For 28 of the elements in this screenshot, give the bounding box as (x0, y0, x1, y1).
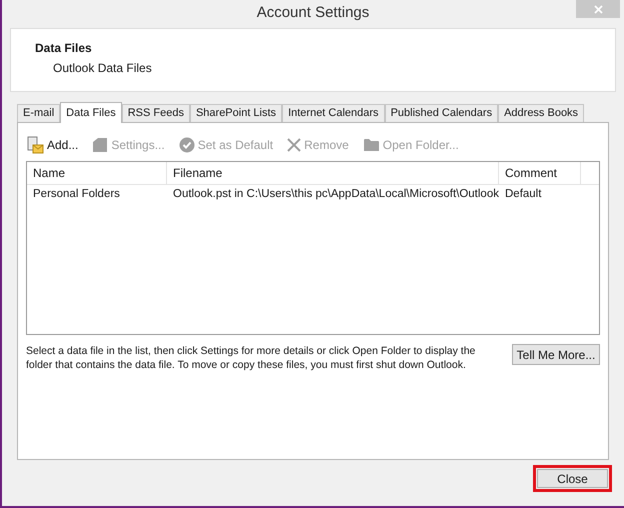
tab[interactable]: Published Calendars (384, 104, 498, 122)
folder-icon (362, 138, 380, 152)
close-icon (594, 4, 602, 14)
tab[interactable]: E-mail (17, 104, 60, 122)
toolbar-button[interactable]: Add... (26, 136, 78, 154)
tab[interactable]: Internet Calendars (282, 104, 385, 122)
tab[interactable]: Data Files (60, 102, 122, 123)
table-cell-text: Outlook.pst in C:\Users\this pc\AppData\Local\Microsoft\Outlook (172, 187, 499, 202)
tab[interactable]: Address Books (498, 104, 584, 122)
document-icon (92, 137, 108, 153)
tell-me-more-button[interactable]: Tell Me More... (512, 344, 600, 365)
table-cell-text: Personal Folders (32, 187, 121, 202)
x-icon (287, 138, 302, 152)
help-text: Select a data file in the list, then click Settings for more details or click Open Folder to display the folder that contains the data file. To move or copy these files, you must first shut down Outlook. (26, 344, 476, 372)
section-subtitle: Outlook Data Files (53, 60, 153, 77)
close-window-button[interactable] (576, 0, 620, 18)
window-title: Account Settings (256, 2, 370, 23)
column-header[interactable]: Name (27, 162, 167, 184)
mail-icon (26, 136, 44, 154)
close-button[interactable]: Close (537, 469, 608, 488)
column-header[interactable]: Filename (167, 162, 499, 184)
tab[interactable]: SharePoint Lists (190, 104, 282, 122)
check-icon (178, 137, 195, 153)
file-row[interactable]: Personal Folders Outlook.pst in C:\Users\this pc\AppData\Local\Microsoft\Outlook Default (27, 185, 599, 205)
table-cell-text: Default (504, 187, 542, 202)
section-title: Data Files (35, 40, 93, 57)
tab[interactable]: RSS Feeds (122, 104, 190, 122)
column-header[interactable]: Comment (499, 162, 581, 184)
